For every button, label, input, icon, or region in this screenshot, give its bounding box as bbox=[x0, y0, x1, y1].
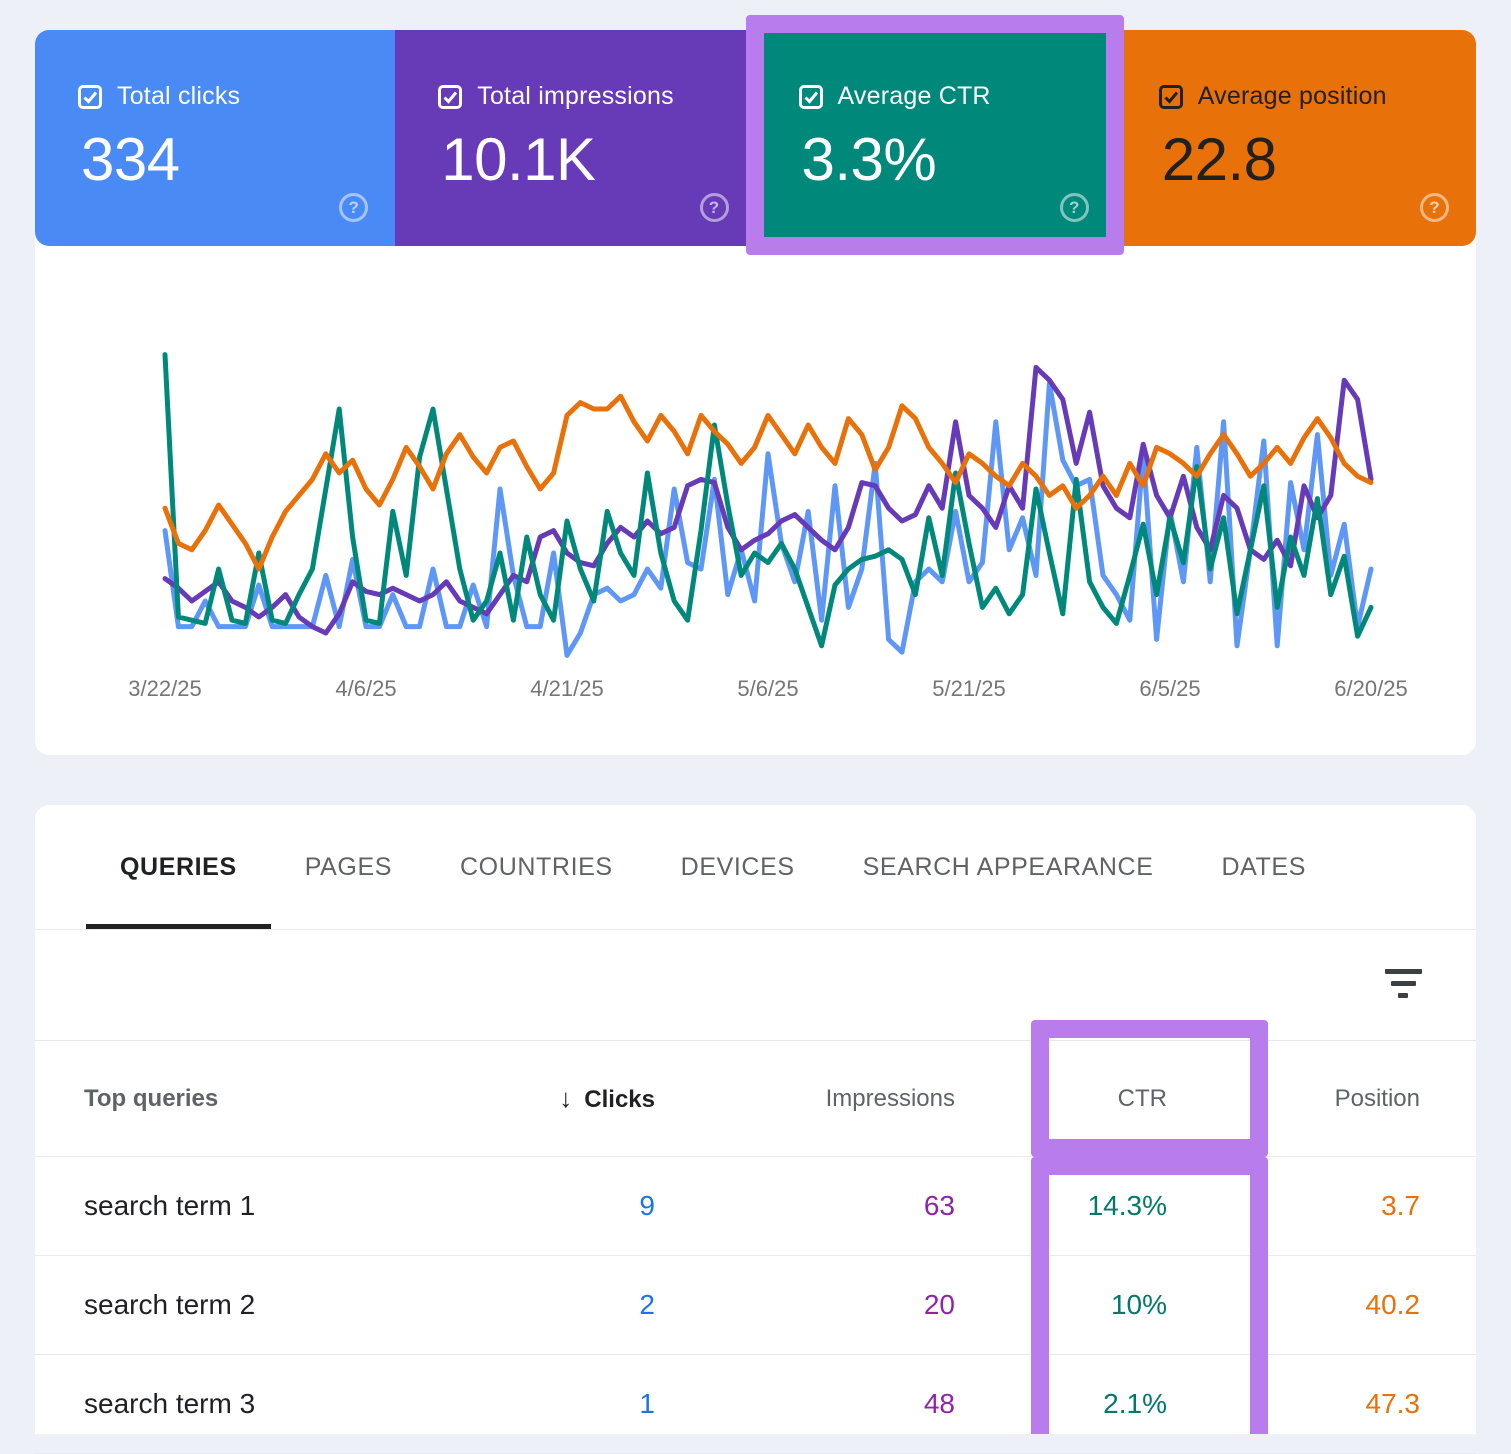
performance-panel: Total clicks334?Total impressions10.1K?A… bbox=[35, 30, 1476, 755]
metric-cards-row: Total clicks334?Total impressions10.1K?A… bbox=[35, 30, 1476, 246]
metric-card-head: Total impressions bbox=[438, 82, 674, 111]
sort-desc-icon: ↓ bbox=[559, 1083, 572, 1113]
queries-table: Top queries ↓Clicks Impressions CTR Posi… bbox=[35, 1041, 1476, 1454]
query-cell[interactable]: search term 3 bbox=[84, 1388, 485, 1420]
query-cell[interactable]: search term 2 bbox=[84, 1289, 485, 1321]
metric-card-value: 3.3% bbox=[802, 130, 937, 190]
help-icon[interactable]: ? bbox=[1060, 193, 1089, 222]
tab-dates[interactable]: DATES bbox=[1187, 805, 1340, 929]
x-axis-tick-label: 4/6/25 bbox=[335, 676, 396, 702]
chart-lines[interactable] bbox=[35, 246, 1476, 706]
x-axis-tick-label: 3/22/25 bbox=[128, 676, 201, 702]
checked-checkbox-icon[interactable] bbox=[78, 85, 102, 109]
help-icon[interactable]: ? bbox=[339, 193, 368, 222]
help-icon[interactable]: ? bbox=[1420, 193, 1449, 222]
metric-card-value: 22.8 bbox=[1162, 130, 1277, 190]
query-cell[interactable]: search term 1 bbox=[84, 1190, 485, 1222]
metric-card-value: 334 bbox=[81, 130, 180, 190]
filter-icon[interactable] bbox=[1380, 960, 1426, 1006]
metric-card-total-impressions[interactable]: Total impressions 10.1K? bbox=[395, 30, 755, 246]
metric-card-label: Average position bbox=[1198, 82, 1387, 111]
metric-card-label: Total clicks bbox=[117, 82, 240, 111]
x-axis-tick-label: 5/6/25 bbox=[737, 676, 798, 702]
position-cell: 40.2 bbox=[1167, 1289, 1420, 1321]
tab-search-appearance[interactable]: SEARCH APPEARANCE bbox=[829, 805, 1188, 929]
column-header-clicks[interactable]: ↓Clicks bbox=[485, 1083, 655, 1114]
metric-card-label: Total impressions bbox=[477, 82, 674, 111]
report-panel: QUERIESPAGESCOUNTRIESDEVICESSEARCH APPEA… bbox=[35, 805, 1476, 1434]
help-icon[interactable]: ? bbox=[700, 193, 729, 222]
checked-checkbox-icon[interactable] bbox=[799, 85, 823, 109]
clicks-cell: 1 bbox=[485, 1388, 655, 1420]
position-cell: 3.7 bbox=[1167, 1190, 1420, 1222]
metric-card-head: Total clicks bbox=[78, 82, 240, 111]
tab-devices[interactable]: DEVICES bbox=[647, 805, 829, 929]
column-header-top-queries[interactable]: Top queries bbox=[84, 1085, 485, 1113]
impressions-cell: 63 bbox=[655, 1190, 955, 1222]
tab-pages[interactable]: PAGES bbox=[271, 805, 426, 929]
table-header-row: Top queries ↓Clicks Impressions CTR Posi… bbox=[35, 1041, 1476, 1157]
table-body: search term 196314.3%3.7search term 2220… bbox=[35, 1157, 1476, 1454]
impressions-cell: 48 bbox=[655, 1388, 955, 1420]
x-axis-tick-label: 4/21/25 bbox=[530, 676, 603, 702]
column-header-ctr[interactable]: CTR bbox=[955, 1085, 1167, 1113]
clicks-cell: 9 bbox=[485, 1190, 655, 1222]
ctr-cell: 14.3% bbox=[955, 1190, 1167, 1222]
checked-checkbox-icon[interactable] bbox=[1159, 85, 1183, 109]
filter-row bbox=[35, 930, 1476, 1041]
metric-card-head: Average CTR bbox=[799, 82, 991, 111]
metric-card-average-position[interactable]: Average position 22.8? bbox=[1116, 30, 1476, 246]
impressions-cell: 20 bbox=[655, 1289, 955, 1321]
metric-card-label: Average CTR bbox=[838, 82, 991, 111]
tabs-row: QUERIESPAGESCOUNTRIESDEVICESSEARCH APPEA… bbox=[35, 805, 1476, 930]
table-row[interactable]: search term 222010%40.2 bbox=[35, 1256, 1476, 1355]
table-row[interactable]: search term 31482.1%47.3 bbox=[35, 1355, 1476, 1454]
metric-card-total-clicks[interactable]: Total clicks 334? bbox=[35, 30, 395, 246]
column-header-position[interactable]: Position bbox=[1167, 1085, 1420, 1113]
position-cell: 47.3 bbox=[1167, 1388, 1420, 1420]
performance-chart[interactable]: 3/22/25 4/6/25 4/21/25 5/6/25 5/21/25 6/5/25 6… bbox=[35, 246, 1476, 755]
clicks-cell: 2 bbox=[485, 1289, 655, 1321]
x-axis-tick-label: 6/20/25 bbox=[1334, 676, 1407, 702]
x-axis-tick-label: 5/21/25 bbox=[932, 676, 1005, 702]
table-row[interactable]: search term 196314.3%3.7 bbox=[35, 1157, 1476, 1256]
metric-card-average-ctr[interactable]: Average CTR 3.3%? bbox=[756, 30, 1116, 246]
tab-queries[interactable]: QUERIES bbox=[86, 805, 271, 929]
metric-card-head: Average position bbox=[1159, 82, 1387, 111]
ctr-cell: 10% bbox=[955, 1289, 1167, 1321]
x-axis-tick-label: 6/5/25 bbox=[1139, 676, 1200, 702]
ctr-cell: 2.1% bbox=[955, 1388, 1167, 1420]
column-header-impressions[interactable]: Impressions bbox=[655, 1085, 955, 1113]
metric-card-value: 10.1K bbox=[441, 130, 595, 190]
tab-countries[interactable]: COUNTRIES bbox=[426, 805, 647, 929]
checked-checkbox-icon[interactable] bbox=[438, 85, 462, 109]
